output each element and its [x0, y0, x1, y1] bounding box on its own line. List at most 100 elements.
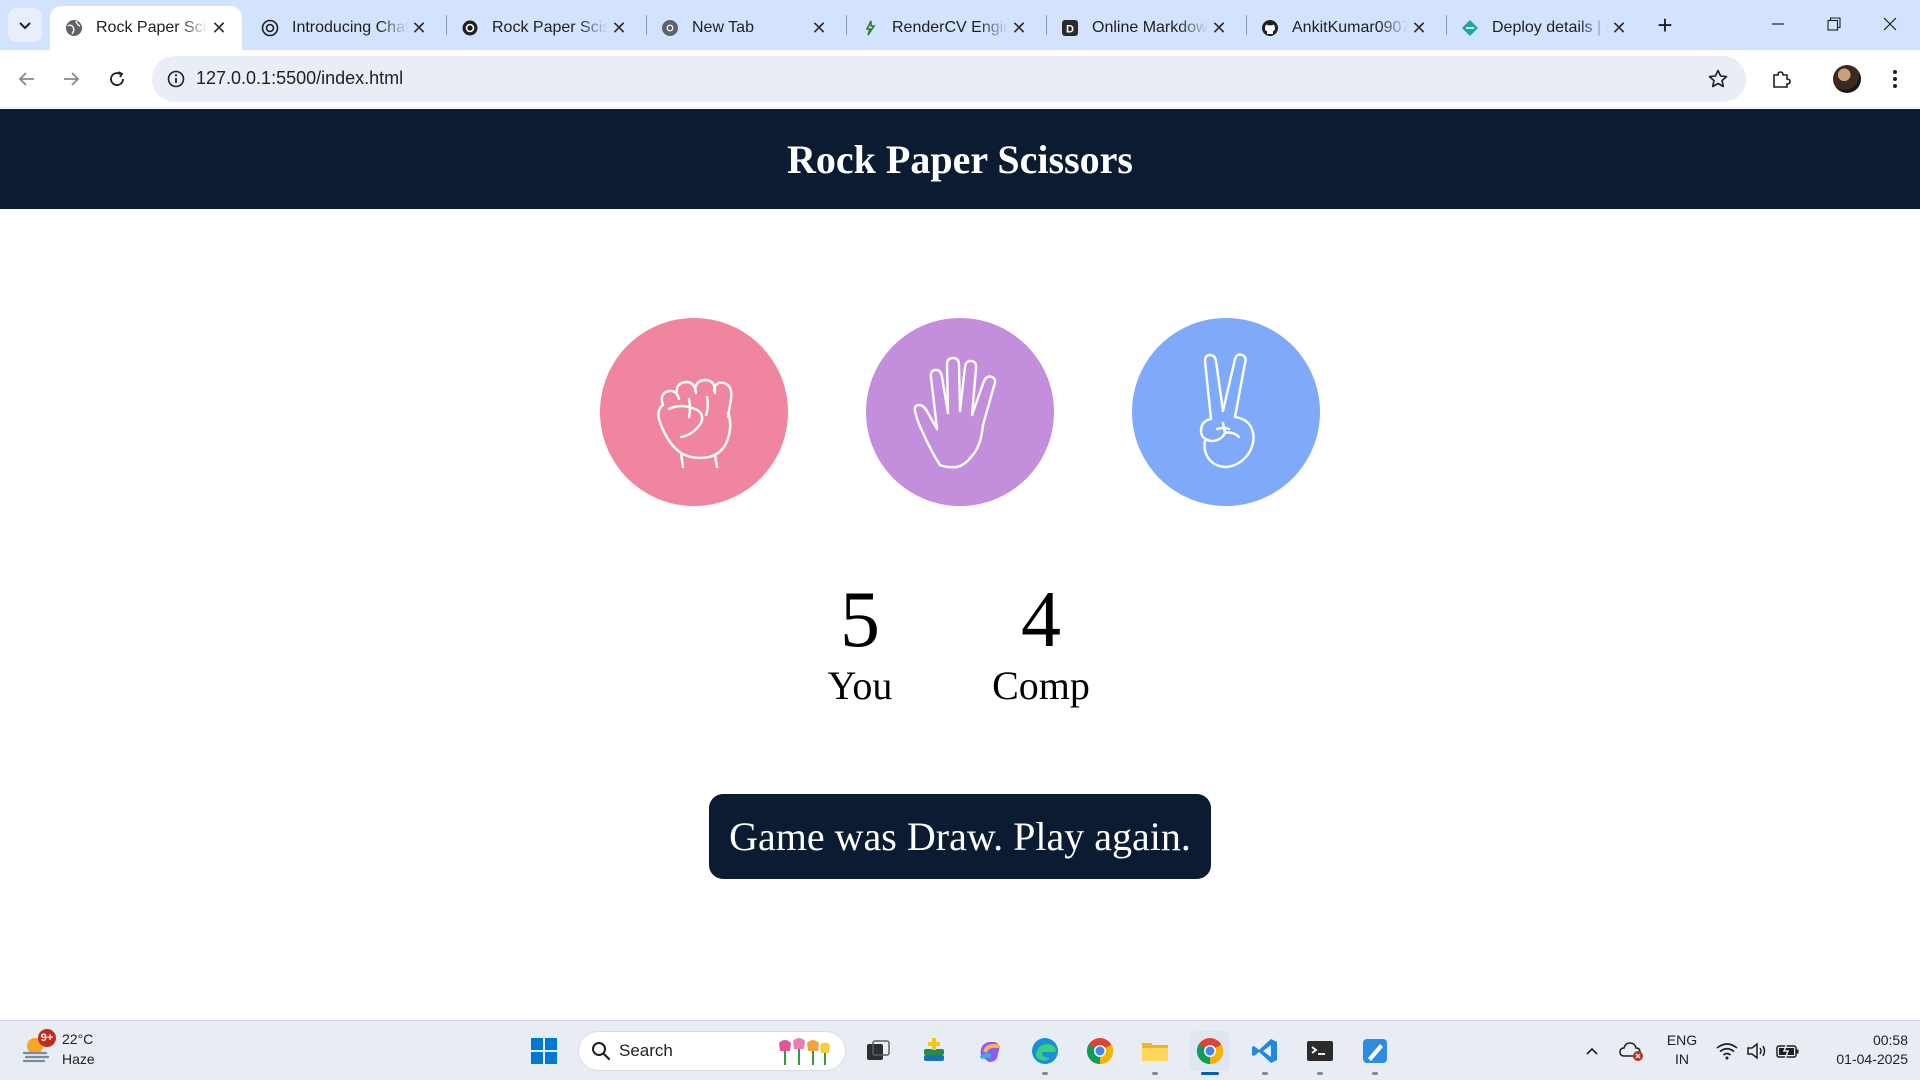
onedrive-error-icon[interactable] — [1612, 1031, 1652, 1071]
page-title: Rock Paper Scissors — [787, 136, 1133, 182]
browser-tab-strip: Rock Paper Scissors ✕ Introducing ChatGP… — [0, 0, 1920, 50]
copilot-icon[interactable] — [970, 1031, 1010, 1071]
task-view-icon[interactable] — [858, 1031, 898, 1071]
chrome-icon[interactable] — [1080, 1031, 1120, 1071]
tab-online-markdown[interactable]: D Online Markdown ✕ — [1046, 6, 1242, 50]
tab-deploy-details-netlify[interactable]: Deploy details | Netlify ✕ — [1446, 6, 1642, 50]
openai-icon — [460, 18, 480, 38]
tab-title: Introducing ChatGPT — [292, 19, 408, 36]
running-indicator — [1042, 1072, 1048, 1075]
terminal-icon[interactable] — [1300, 1031, 1340, 1075]
tab-rock-paper-scissors-chatgpt[interactable]: Rock Paper Scissors ✕ — [446, 6, 642, 50]
back-arrow-icon[interactable] — [8, 60, 46, 98]
tab-title: Rock Paper Scissors — [96, 19, 208, 36]
open-hand-icon — [913, 356, 997, 469]
tab-close-icon[interactable]: ✕ — [1608, 17, 1630, 39]
tab-close-icon[interactable]: ✕ — [808, 17, 830, 39]
comp-score-value: 4 — [1021, 576, 1061, 664]
globe-icon — [64, 18, 84, 38]
tab-title: New Tab — [692, 19, 754, 36]
bookmark-star-icon[interactable] — [1704, 65, 1732, 93]
choice-scissors-button[interactable] — [1132, 318, 1320, 506]
running-indicator — [1372, 1072, 1378, 1075]
rendercv-icon — [860, 18, 880, 38]
chrome-icon — [660, 18, 680, 38]
site-info-icon[interactable] — [162, 65, 190, 93]
tab-title: Online Markdown — [1092, 19, 1208, 36]
wifi-icon — [1716, 1043, 1738, 1060]
running-indicator — [1317, 1072, 1323, 1075]
running-indicator — [1201, 1072, 1219, 1075]
tab-close-icon[interactable]: ✕ — [1008, 17, 1030, 39]
tab-title: Deploy details | Netlify — [1492, 19, 1608, 36]
tab-introducing-chatgpt[interactable]: Introducing ChatGPT ✕ — [246, 6, 442, 50]
weather-haze-icon: 9+ — [20, 1029, 56, 1065]
tab-close-icon[interactable]: ✕ — [1208, 17, 1230, 39]
address-url[interactable]: 127.0.0.1:5500/index.html — [196, 68, 403, 89]
tab-new-tab[interactable]: New Tab ✕ — [646, 6, 842, 50]
weather-temp: 22°C — [62, 1031, 94, 1047]
chrome-active-icon[interactable] — [1190, 1031, 1230, 1075]
weather-condition: Haze — [62, 1051, 95, 1067]
menu-kebab-icon[interactable] — [1876, 60, 1914, 98]
choice-paper-button[interactable] — [866, 318, 1054, 506]
clock-time: 00:58 — [1872, 1032, 1908, 1048]
browser-toolbar: 127.0.0.1:5500/index.html — [0, 50, 1920, 108]
openai-icon — [260, 18, 280, 38]
quick-settings[interactable] — [1708, 1031, 1808, 1071]
tab-close-icon[interactable]: ✕ — [208, 17, 230, 39]
tab-close-icon[interactable]: ✕ — [408, 17, 430, 39]
paint-app-icon[interactable] — [1355, 1031, 1395, 1075]
choice-rock-button[interactable] — [600, 318, 788, 506]
vscode-icon[interactable] — [1245, 1031, 1285, 1075]
reload-icon[interactable] — [98, 60, 136, 98]
language-code: ENG — [1666, 1032, 1698, 1048]
github-icon — [1260, 18, 1280, 38]
restore-icon[interactable] — [1806, 0, 1862, 48]
language-indicator[interactable]: ENG IN — [1660, 1031, 1704, 1069]
notification-badge: 9+ — [38, 1029, 56, 1047]
svg-text:D: D — [1066, 24, 1074, 36]
clock[interactable]: 00:58 01-04-2025 — [1808, 1031, 1908, 1069]
tab-close-icon[interactable]: ✕ — [1408, 17, 1430, 39]
forward-arrow-icon[interactable] — [52, 60, 90, 98]
app-stack-icon[interactable] — [914, 1031, 954, 1071]
web-page: Rock Paper Scissors 5 You 4 Comp Game wa… — [0, 109, 1920, 1020]
tab-github-ankitkumar[interactable]: AnkitKumar0907 ✕ — [1246, 6, 1442, 50]
clock-date: 01-04-2025 — [1836, 1051, 1908, 1067]
new-tab-plus-icon[interactable]: + — [1650, 10, 1680, 40]
extensions-puzzle-icon[interactable] — [1762, 60, 1800, 98]
user-score-value: 5 — [840, 576, 880, 664]
peace-hand-icon — [1199, 353, 1255, 469]
user-score-label: You — [827, 663, 893, 708]
fist-icon — [657, 378, 733, 469]
battery-charging-icon — [1776, 1042, 1799, 1060]
tab-search-button[interactable] — [8, 8, 42, 42]
avatar — [1833, 65, 1861, 93]
minimize-icon[interactable] — [1750, 0, 1806, 48]
volume-icon — [1747, 1042, 1766, 1060]
profile-avatar[interactable] — [1828, 60, 1866, 98]
app-header: Rock Paper Scissors — [0, 109, 1920, 209]
running-indicator — [1152, 1072, 1158, 1075]
result-message: Game was Draw. Play again. — [709, 794, 1211, 879]
tab-title: RenderCV Engine — [892, 19, 1008, 36]
file-explorer-icon[interactable] — [1135, 1031, 1175, 1075]
edge-browser-icon[interactable] — [1025, 1031, 1065, 1075]
tab-rendercv-engine[interactable]: RenderCV Engine ✕ — [846, 6, 1042, 50]
weather-widget[interactable]: 9+ 22°C Haze — [20, 1029, 95, 1069]
windows-start-icon[interactable] — [524, 1031, 564, 1071]
netlify-icon — [1460, 18, 1480, 38]
dillinger-icon: D — [1060, 18, 1080, 38]
running-indicator — [1262, 1072, 1268, 1075]
search-label: Search — [619, 1041, 673, 1060]
taskbar-search-box[interactable]: Search — [578, 1031, 846, 1071]
tab-close-icon[interactable]: ✕ — [608, 17, 630, 39]
region-code: IN — [1675, 1051, 1689, 1067]
chevron-up-icon[interactable] — [1572, 1031, 1612, 1071]
close-window-icon[interactable] — [1862, 0, 1918, 48]
tab-title: Rock Paper Scissors — [492, 19, 608, 36]
address-bar[interactable]: 127.0.0.1:5500/index.html — [152, 56, 1746, 102]
windows-taskbar: 9+ 22°C Haze Search ENG IN 00:58 01-04-2… — [0, 1020, 1920, 1080]
tab-rock-paper-scissors-active[interactable]: Rock Paper Scissors ✕ — [50, 6, 242, 50]
